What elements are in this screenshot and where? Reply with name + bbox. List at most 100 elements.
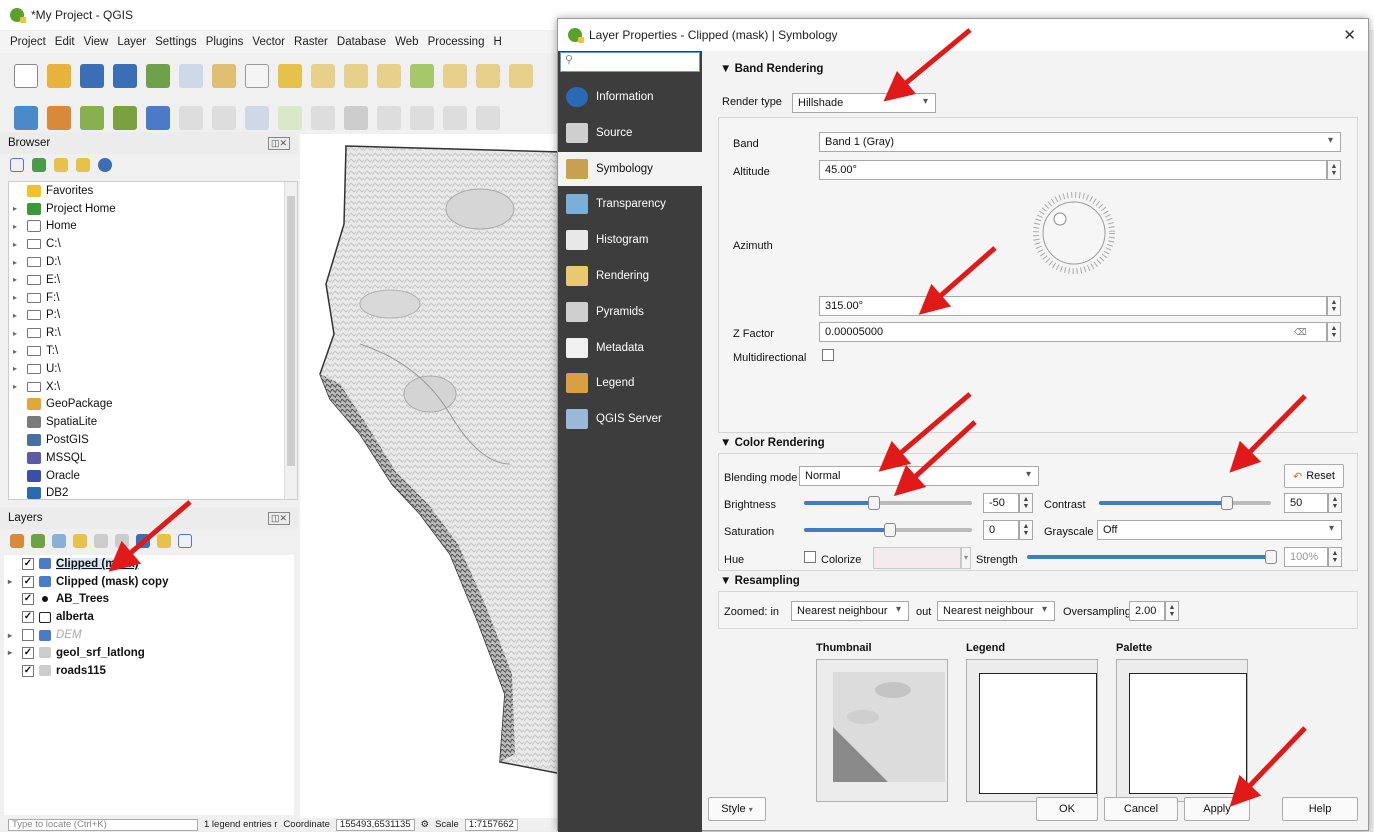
help-button[interactable]: Help: [1282, 797, 1358, 821]
zoomed-in-select[interactable]: Nearest neighbour: [791, 601, 909, 621]
style-button[interactable]: Style ▾: [708, 797, 766, 821]
collapse-layers-icon[interactable]: [136, 534, 150, 548]
color-rendering-header[interactable]: ▼ Color Rendering: [720, 437, 825, 449]
nav-item-source[interactable]: Source: [558, 116, 702, 150]
locator-input[interactable]: Type to locate (Ctrl+K): [8, 818, 198, 831]
nav-search-input[interactable]: ⚲: [560, 52, 700, 72]
browser-item[interactable]: ▸ P:\: [9, 307, 297, 325]
browser-item[interactable]: ▸ E:\: [9, 271, 297, 289]
azimuth-spinner[interactable]: ▲ ▼: [1327, 296, 1341, 316]
zoom-out-icon[interactable]: [344, 64, 368, 88]
reset-button[interactable]: ↶ Reset: [1284, 464, 1344, 488]
add-group-icon[interactable]: [31, 534, 45, 548]
add-feature-icon[interactable]: [278, 106, 302, 130]
resampling-header[interactable]: ▼ Resampling: [720, 575, 800, 587]
scale-field[interactable]: 1:7157662: [464, 818, 518, 831]
save-as-icon[interactable]: [113, 64, 137, 88]
add-wms-icon[interactable]: [146, 106, 170, 130]
modify-attributes-icon[interactable]: [344, 106, 368, 130]
browser-item[interactable]: ▸ Home: [9, 218, 297, 236]
layer-item[interactable]: ▸ DEM: [4, 626, 294, 644]
new-shapefile-icon[interactable]: [113, 106, 137, 130]
band-rendering-header[interactable]: ▼ Band Rendering: [720, 63, 823, 75]
nav-item-legend[interactable]: Legend: [558, 366, 702, 400]
colorize-checkbox[interactable]: [804, 551, 816, 563]
zoom-native-icon[interactable]: [377, 64, 401, 88]
browser-item[interactable]: DB2: [9, 485, 297, 499]
layer-item[interactable]: ✓ alberta: [4, 608, 294, 626]
paste-features-icon[interactable]: [476, 106, 500, 130]
zoom-in-icon[interactable]: [311, 64, 335, 88]
filter-legend-icon[interactable]: [73, 534, 87, 548]
expand-arrow-icon[interactable]: ▸: [13, 293, 27, 302]
delete-selected-icon[interactable]: [377, 106, 401, 130]
band-select[interactable]: Band 1 (Gray): [819, 132, 1341, 152]
brightness-spinner[interactable]: ▲ ▼: [1019, 493, 1033, 513]
new-print-layout-icon[interactable]: [146, 64, 170, 88]
menu-edit[interactable]: Edit: [55, 36, 75, 48]
layer-item[interactable]: ✓ Clipped (mask): [4, 555, 294, 573]
add-selected-layers-icon[interactable]: [10, 158, 24, 172]
layer-options-icon[interactable]: [178, 534, 192, 548]
browser-item[interactable]: GeoPackage: [9, 396, 297, 414]
zoom-to-layer-icon[interactable]: [476, 64, 500, 88]
oversampling-input[interactable]: 2.00: [1129, 601, 1165, 621]
style-layer-icon[interactable]: [10, 534, 24, 548]
altitude-spinner[interactable]: ▲ ▼: [1327, 160, 1341, 180]
zoom-to-selection-icon[interactable]: [443, 64, 467, 88]
layer-visibility-checkbox[interactable]: ✓: [22, 575, 34, 588]
menu-vector[interactable]: Vector: [252, 36, 285, 48]
browser-item[interactable]: ▸ T:\: [9, 342, 297, 360]
zoom-last-icon[interactable]: [509, 64, 533, 88]
add-vector-icon[interactable]: [47, 106, 71, 130]
expand-arrow-icon[interactable]: ▸: [13, 347, 27, 356]
layer-visibility-checkbox[interactable]: ✓: [22, 611, 34, 624]
azimuth-input[interactable]: 315.00°: [819, 296, 1327, 316]
contrast-input[interactable]: 50: [1284, 493, 1328, 513]
brightness-input[interactable]: -50: [983, 493, 1019, 513]
expand-arrow-icon[interactable]: ▸: [13, 240, 27, 249]
browser-item[interactable]: ▸ X:\: [9, 378, 297, 396]
properties-icon[interactable]: [98, 158, 112, 172]
zfactor-input[interactable]: 0.00005000: [819, 322, 1327, 342]
toggle-editing-icon[interactable]: [212, 106, 236, 130]
altitude-input[interactable]: 45.00°: [819, 160, 1327, 180]
browser-item[interactable]: MSSQL: [9, 449, 297, 467]
remove-layer-icon[interactable]: [157, 534, 171, 548]
layer-item[interactable]: ✓ roads115: [4, 662, 294, 680]
browser-item[interactable]: PostGIS: [9, 431, 297, 449]
expand-arrow-icon[interactable]: ▸: [13, 222, 27, 231]
strength-spinner[interactable]: ▲ ▼: [1328, 547, 1342, 567]
close-icon[interactable]: ✕: [1343, 26, 1356, 44]
edit-pencil-icon[interactable]: [179, 106, 203, 130]
expand-arrow-icon[interactable]: ▸: [13, 258, 27, 267]
coordinate-field[interactable]: 155493,6531135: [335, 818, 415, 831]
layer-item[interactable]: ✓ AB_Trees: [4, 591, 294, 609]
add-layer-icon[interactable]: [14, 106, 38, 130]
contrast-spinner[interactable]: ▲ ▼: [1328, 493, 1342, 513]
grayscale-select[interactable]: Off: [1097, 520, 1342, 540]
new-project-icon[interactable]: [14, 64, 38, 88]
manage-visibility-icon[interactable]: [52, 534, 66, 548]
refresh-icon[interactable]: [32, 158, 46, 172]
colorize-color-button[interactable]: [873, 547, 961, 569]
color-dropdown-icon[interactable]: ▾: [961, 547, 971, 569]
saturation-input[interactable]: 0: [983, 520, 1019, 540]
browser-item[interactable]: Oracle: [9, 467, 297, 485]
map-canvas[interactable]: [300, 134, 562, 819]
nav-item-symbology[interactable]: Symbology: [558, 151, 702, 186]
multidirectional-checkbox[interactable]: [822, 349, 834, 361]
ok-button[interactable]: OK: [1036, 797, 1098, 821]
menu-database[interactable]: Database: [337, 36, 386, 48]
zfactor-spinner[interactable]: ▲ ▼: [1327, 322, 1341, 342]
browser-item[interactable]: ▸ D:\: [9, 253, 297, 271]
menu-plugins[interactable]: Plugins: [206, 36, 244, 48]
browser-item[interactable]: ▸ R:\: [9, 324, 297, 342]
expand-arrow-icon[interactable]: ▸: [8, 577, 22, 586]
browser-item[interactable]: Favorites: [9, 182, 297, 200]
browser-item[interactable]: ▸ Project Home: [9, 200, 297, 218]
nav-item-information[interactable]: Information: [558, 80, 702, 114]
pan-to-selection-icon[interactable]: [278, 64, 302, 88]
expand-arrow-icon[interactable]: ▸: [13, 204, 27, 213]
saturation-spinner[interactable]: ▲ ▼: [1019, 520, 1033, 540]
